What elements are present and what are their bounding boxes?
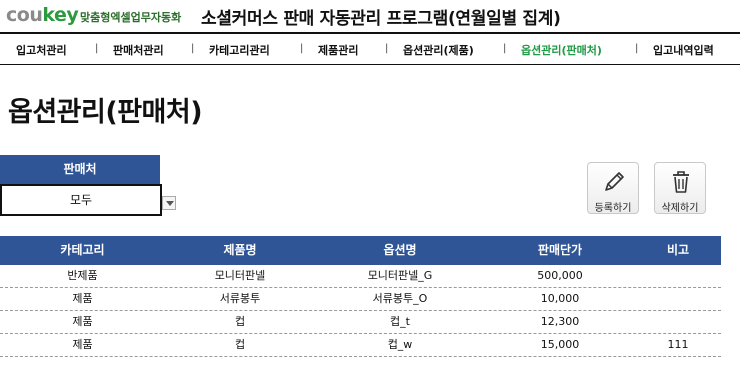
column-header-option: 옵션명 <box>383 243 417 257</box>
coukey-logo: coukey <box>6 4 79 26</box>
nav-item-category[interactable]: 카테고리관리 <box>209 42 270 58</box>
column-header-price: 판매단가 <box>537 243 583 257</box>
main-nav: 입고처관리 | 판매처관리 | 카테고리관리 | 제품관리 | 옵션관리(제품)… <box>0 34 740 63</box>
table-row[interactable]: 제품 컵 컵_w 15,000 111 <box>0 334 721 357</box>
nav-item-seller[interactable]: 판매처관리 <box>113 42 164 58</box>
nav-separator: | <box>503 43 507 54</box>
table-row-empty <box>0 357 721 379</box>
dropdown-arrow-icon[interactable] <box>162 196 176 210</box>
logo-subtitle: 맞춤형엑셀업무자동화 <box>80 11 182 24</box>
nav-divider <box>0 64 740 65</box>
cell-option: 컵_t <box>390 315 410 328</box>
nav-separator: | <box>95 43 99 54</box>
column-header-category: 카테고리 <box>60 243 105 257</box>
cell-note <box>635 311 721 333</box>
nav-separator: | <box>191 43 195 54</box>
column-header-note: 비고 <box>666 243 690 257</box>
cell-option: 모니터판넬_G <box>367 269 433 282</box>
nav-item-stock-entry[interactable]: 입고내역입력 <box>653 42 714 58</box>
cell-price: 12,300 <box>540 315 580 328</box>
cell-note: 111 <box>667 338 689 351</box>
register-button[interactable]: 등록하기 <box>587 162 639 214</box>
cell-option: 서류봉투_O <box>372 292 428 305</box>
table-row[interactable]: 제품 컵 컵_t 12,300 <box>0 311 721 334</box>
cell-note <box>635 288 721 310</box>
nav-separator: | <box>300 43 304 54</box>
table-row[interactable]: 제품 서류봉투 서류봉투_O 10,000 <box>0 288 721 311</box>
table-header: 카테고리 제품명 옵션명 판매단가 비고 <box>0 236 721 265</box>
nav-item-option-product[interactable]: 옵션관리(제품) <box>403 42 474 58</box>
seller-filter-select[interactable]: 모두 <box>0 184 162 216</box>
nav-separator: | <box>635 43 639 54</box>
logo-text-cou: cou <box>6 4 43 26</box>
delete-button-label: 삭제하기 <box>661 203 699 214</box>
app-title: 소셜커머스 판매 자동관리 프로그램(연월일별 집계) <box>201 9 561 29</box>
nav-item-option-seller[interactable]: 옵션관리(판매처) <box>521 42 602 58</box>
cell-category: 반제품 <box>67 269 98 282</box>
cell-category: 제품 <box>72 315 93 328</box>
app-header: coukey 맞춤형엑셀업무자동화 소셜커머스 판매 자동관리 프로그램(연월일… <box>0 0 740 32</box>
cell-note <box>635 265 721 287</box>
nav-separator: | <box>385 43 389 54</box>
cell-price: 15,000 <box>540 338 580 351</box>
pencil-icon <box>605 172 624 191</box>
cell-category: 제품 <box>72 292 93 305</box>
column-header-product: 제품명 <box>223 243 257 257</box>
nav-item-product[interactable]: 제품관리 <box>318 42 358 58</box>
cell-price: 500,000 <box>537 269 583 282</box>
seller-filter-label: 판매처 <box>0 155 160 184</box>
nav-item-supplier[interactable]: 입고처관리 <box>16 42 67 58</box>
cell-category: 제품 <box>72 338 93 351</box>
cell-product: 서류봉투 <box>219 292 261 305</box>
page-title: 옵션관리(판매처) <box>8 97 203 128</box>
delete-button[interactable]: 삭제하기 <box>654 162 706 214</box>
cell-product: 컵 <box>234 315 246 328</box>
trash-icon <box>673 171 689 193</box>
logo-text-key: key <box>42 4 79 26</box>
table-row[interactable]: 반제품 모니터판넬 모니터판넬_G 500,000 <box>0 265 721 288</box>
cell-option: 컵_w <box>387 338 413 351</box>
cell-product: 컵 <box>234 338 246 351</box>
register-button-label: 등록하기 <box>594 203 632 214</box>
cell-price: 10,000 <box>540 292 580 305</box>
cell-product: 모니터판넬 <box>214 269 266 282</box>
